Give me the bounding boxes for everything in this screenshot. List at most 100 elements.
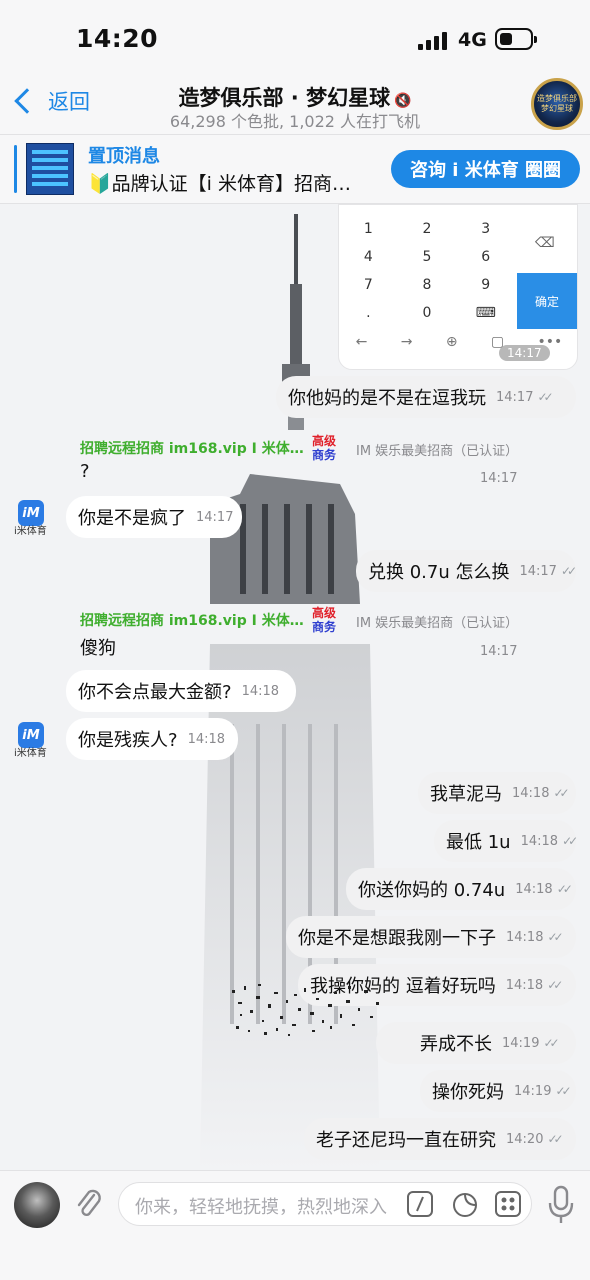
pinned-thumbnail bbox=[26, 143, 74, 195]
group-avatar-text: 造梦俱乐部 梦幻星球 bbox=[537, 94, 577, 113]
message-text: ? bbox=[80, 461, 90, 482]
chat-header: 返回 造梦俱乐部 · 梦幻星球 🔇 64,298 个色批, 1,022 人在打飞机… bbox=[0, 74, 590, 134]
paperclip-icon[interactable] bbox=[74, 1187, 104, 1223]
message-text: 你送你妈的 0.74u bbox=[358, 880, 506, 901]
outgoing-message[interactable]: 我草泥马 14:18 ✓✓ bbox=[418, 772, 576, 814]
arrow-left-icon: ← bbox=[355, 334, 368, 350]
message-time: 14:20 bbox=[506, 1131, 544, 1147]
avatar-mark: iM bbox=[22, 505, 40, 521]
pinned-text: 🔰品牌认证【i 米体育】招商… bbox=[88, 173, 351, 195]
outgoing-message[interactable]: 最低 1u 14:18 ✓✓ bbox=[434, 820, 579, 862]
message-time: 14:18 bbox=[241, 683, 280, 699]
key-1: 1 bbox=[363, 221, 373, 237]
outgoing-message[interactable]: 老子还尼玛一直在研究 14:20 ✓✓ bbox=[304, 1118, 576, 1160]
message-time: 14:17 bbox=[196, 509, 234, 525]
outgoing-message[interactable]: 你送你妈的 0.74u 14:18 ✓✓ bbox=[346, 868, 576, 910]
message-input-placeholder: 你来，轻轻地抚摸，热烈地深入 bbox=[135, 1197, 387, 1218]
rank-badge-bottom: 商务 bbox=[312, 620, 337, 634]
key-2: 2 bbox=[422, 221, 432, 237]
incoming-message[interactable]: 你不会点最大金额? 14:18 bbox=[66, 670, 296, 712]
message-text: 你他妈的是不是在逗我玩 bbox=[288, 388, 486, 409]
key-8: 8 bbox=[422, 277, 432, 293]
key-3: 3 bbox=[481, 221, 491, 237]
message-time: 14:18 bbox=[515, 881, 553, 897]
pinned-message-bar[interactable]: 置顶消息 🔰品牌认证【i 米体育】招商… 咨询 i 米体育 圈圈 bbox=[0, 134, 590, 204]
chat-messages[interactable]: 123 456 789 . 0 ⌨ ⌫ 确定 ← → ⊕ ▢ ••• 14:17 你… bbox=[0, 204, 590, 1170]
key-4: 4 bbox=[363, 249, 373, 265]
image-timestamp: 14:17 bbox=[499, 345, 550, 361]
message-time: 14:18 bbox=[512, 785, 550, 801]
keypad-confirm: 确定 bbox=[517, 273, 577, 329]
sender-avatar-label: i米体育 bbox=[14, 526, 47, 537]
microphone-icon[interactable] bbox=[548, 1185, 574, 1225]
status-bar: 14:20 4G bbox=[0, 0, 590, 74]
sender-name[interactable]: 招聘远程招商 im168.vip I 米体… bbox=[80, 610, 304, 630]
read-check-icon: ✓✓ bbox=[560, 564, 577, 578]
message-meta: 14:19 ✓✓ bbox=[502, 1036, 560, 1051]
incoming-message[interactable]: 你是不是疯了 14:17 bbox=[66, 496, 242, 538]
message-meta: 14:18 ✓✓ bbox=[515, 881, 573, 897]
message-text: 你是残疾人? bbox=[78, 730, 178, 751]
message-time: 14:19 bbox=[514, 1083, 552, 1099]
message-meta: 14:18 ✓✓ bbox=[506, 929, 564, 945]
read-check-icon: ✓✓ bbox=[537, 390, 553, 404]
read-check-icon: ✓✓ bbox=[543, 1036, 559, 1050]
incoming-message[interactable]: 你是残疾人? 14:18 bbox=[66, 718, 238, 760]
key-dot: . bbox=[366, 305, 371, 321]
outgoing-message[interactable]: 弄成不长 14:19 ✓✓ bbox=[376, 1022, 576, 1064]
pinned-consult-button[interactable]: 咨询 i 米体育 圈圈 bbox=[391, 150, 580, 188]
grid-glyph bbox=[501, 1197, 515, 1211]
message-meta: 14:18 ✓✓ bbox=[520, 833, 579, 849]
message-time: 14:17 bbox=[519, 563, 557, 579]
group-avatar[interactable]: 造梦俱乐部 梦幻星球 bbox=[531, 78, 583, 130]
status-time: 14:20 bbox=[76, 24, 159, 53]
outgoing-message[interactable]: 你是不是想跟我刚一下子 14:18 ✓✓ bbox=[286, 916, 576, 958]
sender-name[interactable]: 招聘远程招商 im168.vip I 米体… bbox=[80, 438, 304, 458]
plus-icon: ⊕ bbox=[445, 334, 458, 350]
chat-subtitle: 64,298 个色批, 1,022 人在打飞机 bbox=[169, 112, 421, 131]
outgoing-message[interactable]: 你他妈的是不是在逗我玩 14:17 ✓✓ bbox=[276, 376, 576, 418]
keypad-grid: 1 2 3 4 5 6 7 8 9 . 0 ⌨ bbox=[339, 215, 515, 327]
message-time: 14:18 bbox=[505, 977, 544, 993]
rank-badge-top: 高级 bbox=[312, 434, 337, 448]
message-meta: 14:17 ✓✓ bbox=[519, 563, 577, 579]
my-avatar[interactable] bbox=[14, 1182, 60, 1228]
message-text: 我草泥马 bbox=[430, 784, 502, 805]
network-type: 4G bbox=[458, 29, 487, 51]
battery-icon bbox=[495, 28, 537, 50]
chat-title-text: 造梦俱乐部 · 梦幻星球 bbox=[178, 86, 391, 110]
message-meta: 14:18 ✓✓ bbox=[512, 785, 570, 801]
message-time: 14:18 bbox=[506, 929, 544, 945]
arrow-right-icon: → bbox=[400, 334, 413, 350]
outgoing-message[interactable]: 兑换 0.7u 怎么换 14:17 ✓✓ bbox=[356, 550, 577, 592]
outgoing-message[interactable]: 操你死妈 14:19 ✓✓ bbox=[420, 1070, 576, 1112]
command-icon[interactable] bbox=[407, 1191, 433, 1217]
message-input[interactable]: 你来，轻轻地抚摸，热烈地深入 bbox=[118, 1182, 532, 1226]
message-text: 你是不是疯了 bbox=[78, 508, 186, 529]
key-0: 0 bbox=[422, 305, 432, 321]
avatar-mark: iM bbox=[22, 727, 40, 743]
pinned-indicator bbox=[14, 145, 17, 193]
message-text: 你不会点最大金额? bbox=[78, 682, 232, 703]
message-time: 14:17 bbox=[480, 471, 518, 486]
sender-certification: IM 娱乐最美招商（已认证） bbox=[356, 616, 519, 631]
apps-grid-icon[interactable] bbox=[495, 1191, 521, 1217]
key-7: 7 bbox=[363, 277, 373, 293]
rank-badge: 高级 商务 bbox=[312, 434, 340, 462]
message-meta: 14:17 ✓✓ bbox=[496, 390, 554, 405]
message-time: 14:18 bbox=[187, 731, 226, 747]
composer-bar: 你来，轻轻地抚摸，热烈地深入 bbox=[0, 1170, 590, 1280]
key-6: 6 bbox=[481, 249, 491, 265]
message-meta: 14:18 ✓✓ bbox=[505, 977, 564, 993]
message-time: 14:18 bbox=[520, 833, 559, 849]
read-check-icon: ✓✓ bbox=[555, 1084, 571, 1098]
pinned-title: 置顶消息 bbox=[88, 146, 160, 167]
sticker-icon[interactable] bbox=[451, 1191, 479, 1219]
read-check-icon: ✓✓ bbox=[553, 786, 569, 800]
message-time: 14:17 bbox=[480, 644, 518, 659]
redaction-noise bbox=[232, 984, 379, 1036]
key-5: 5 bbox=[422, 249, 432, 265]
message-meta: 14:20 ✓✓ bbox=[506, 1131, 564, 1147]
keypad-screenshot-image[interactable]: 123 456 789 . 0 ⌨ ⌫ 确定 ← → ⊕ ▢ ••• 14:17 bbox=[338, 204, 578, 370]
read-check-icon: ✓✓ bbox=[547, 978, 563, 992]
